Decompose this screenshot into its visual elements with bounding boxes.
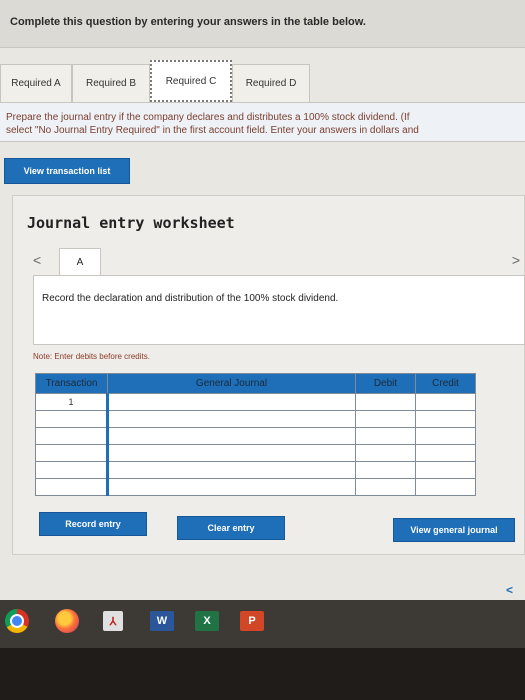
account-select[interactable]	[106, 478, 356, 496]
transaction-cell	[35, 461, 108, 479]
debit-input[interactable]	[355, 427, 416, 445]
header-general-journal: General Journal	[107, 373, 356, 394]
previous-arrow-icon[interactable]: <	[33, 252, 41, 268]
header-transaction: Transaction	[35, 373, 108, 394]
firefox-icon[interactable]	[55, 609, 79, 633]
journal-entry-table: Transaction General Journal Debit Credit…	[35, 373, 476, 496]
debits-before-credits-note: Note: Enter debits before credits.	[33, 352, 150, 361]
browser-screen: Complete this question by entering your …	[0, 0, 525, 600]
record-instruction-box: Record the declaration and distribution …	[33, 275, 525, 345]
account-select[interactable]	[106, 393, 356, 411]
transaction-cell	[35, 478, 108, 496]
view-general-journal-button[interactable]: View general journal	[393, 518, 515, 542]
tab-required-d[interactable]: Required D	[232, 64, 310, 102]
table-row	[35, 444, 476, 462]
table-row	[35, 410, 476, 428]
debit-input[interactable]	[355, 444, 416, 462]
excel-icon[interactable]: X	[195, 611, 219, 631]
credit-input[interactable]	[415, 393, 476, 411]
transaction-cell	[35, 410, 108, 428]
bottom-bezel	[0, 648, 525, 700]
debit-input[interactable]	[355, 461, 416, 479]
tab-required-c[interactable]: Required C	[150, 60, 232, 102]
record-instruction-text: Record the declaration and distribution …	[42, 293, 339, 304]
account-select[interactable]	[106, 444, 356, 462]
credit-input[interactable]	[415, 461, 476, 479]
debit-input[interactable]	[355, 410, 416, 428]
required-tabs: Required A Required B Required C Require…	[0, 60, 525, 102]
account-select[interactable]	[106, 461, 356, 479]
debit-input[interactable]	[355, 478, 416, 496]
transaction-cell: 1	[35, 393, 108, 411]
instructions-panel: Prepare the journal entry if the company…	[0, 102, 525, 142]
account-select[interactable]	[106, 427, 356, 445]
table-row	[35, 427, 476, 445]
table-row	[35, 478, 476, 496]
account-select[interactable]	[106, 410, 356, 428]
worksheet-title: Journal entry worksheet	[27, 214, 235, 232]
credit-input[interactable]	[415, 478, 476, 496]
instructions-line-2: select "No Journal Entry Required" in th…	[6, 125, 419, 136]
powerpoint-icon[interactable]: P	[240, 611, 264, 631]
chevron-left-icon[interactable]: <	[506, 583, 513, 597]
pdf-icon[interactable]: ⅄	[103, 611, 123, 631]
header-debit: Debit	[355, 373, 416, 394]
instructions-line-1: Prepare the journal entry if the company…	[6, 112, 410, 123]
question-header-title: Complete this question by entering your …	[10, 16, 366, 28]
tab-required-b[interactable]: Required B	[72, 64, 150, 102]
chrome-icon[interactable]	[5, 609, 29, 633]
credit-input[interactable]	[415, 444, 476, 462]
journal-entry-worksheet: Journal entry worksheet < > A Record the…	[12, 195, 525, 555]
clear-entry-button[interactable]: Clear entry	[177, 516, 285, 540]
tab-required-a[interactable]: Required A	[0, 64, 72, 102]
next-arrow-icon[interactable]: >	[512, 252, 520, 268]
view-transaction-list-button[interactable]: View transaction list	[4, 158, 130, 184]
credit-input[interactable]	[415, 410, 476, 428]
table-row	[35, 461, 476, 479]
table-row: 1	[35, 393, 476, 411]
credit-input[interactable]	[415, 427, 476, 445]
question-header: Complete this question by entering your …	[0, 0, 525, 48]
transaction-cell	[35, 427, 108, 445]
header-credit: Credit	[415, 373, 476, 394]
worksheet-tab-a[interactable]: A	[59, 248, 101, 276]
word-icon[interactable]: W	[150, 611, 174, 631]
record-entry-button[interactable]: Record entry	[39, 512, 147, 536]
debit-input[interactable]	[355, 393, 416, 411]
transaction-cell	[35, 444, 108, 462]
